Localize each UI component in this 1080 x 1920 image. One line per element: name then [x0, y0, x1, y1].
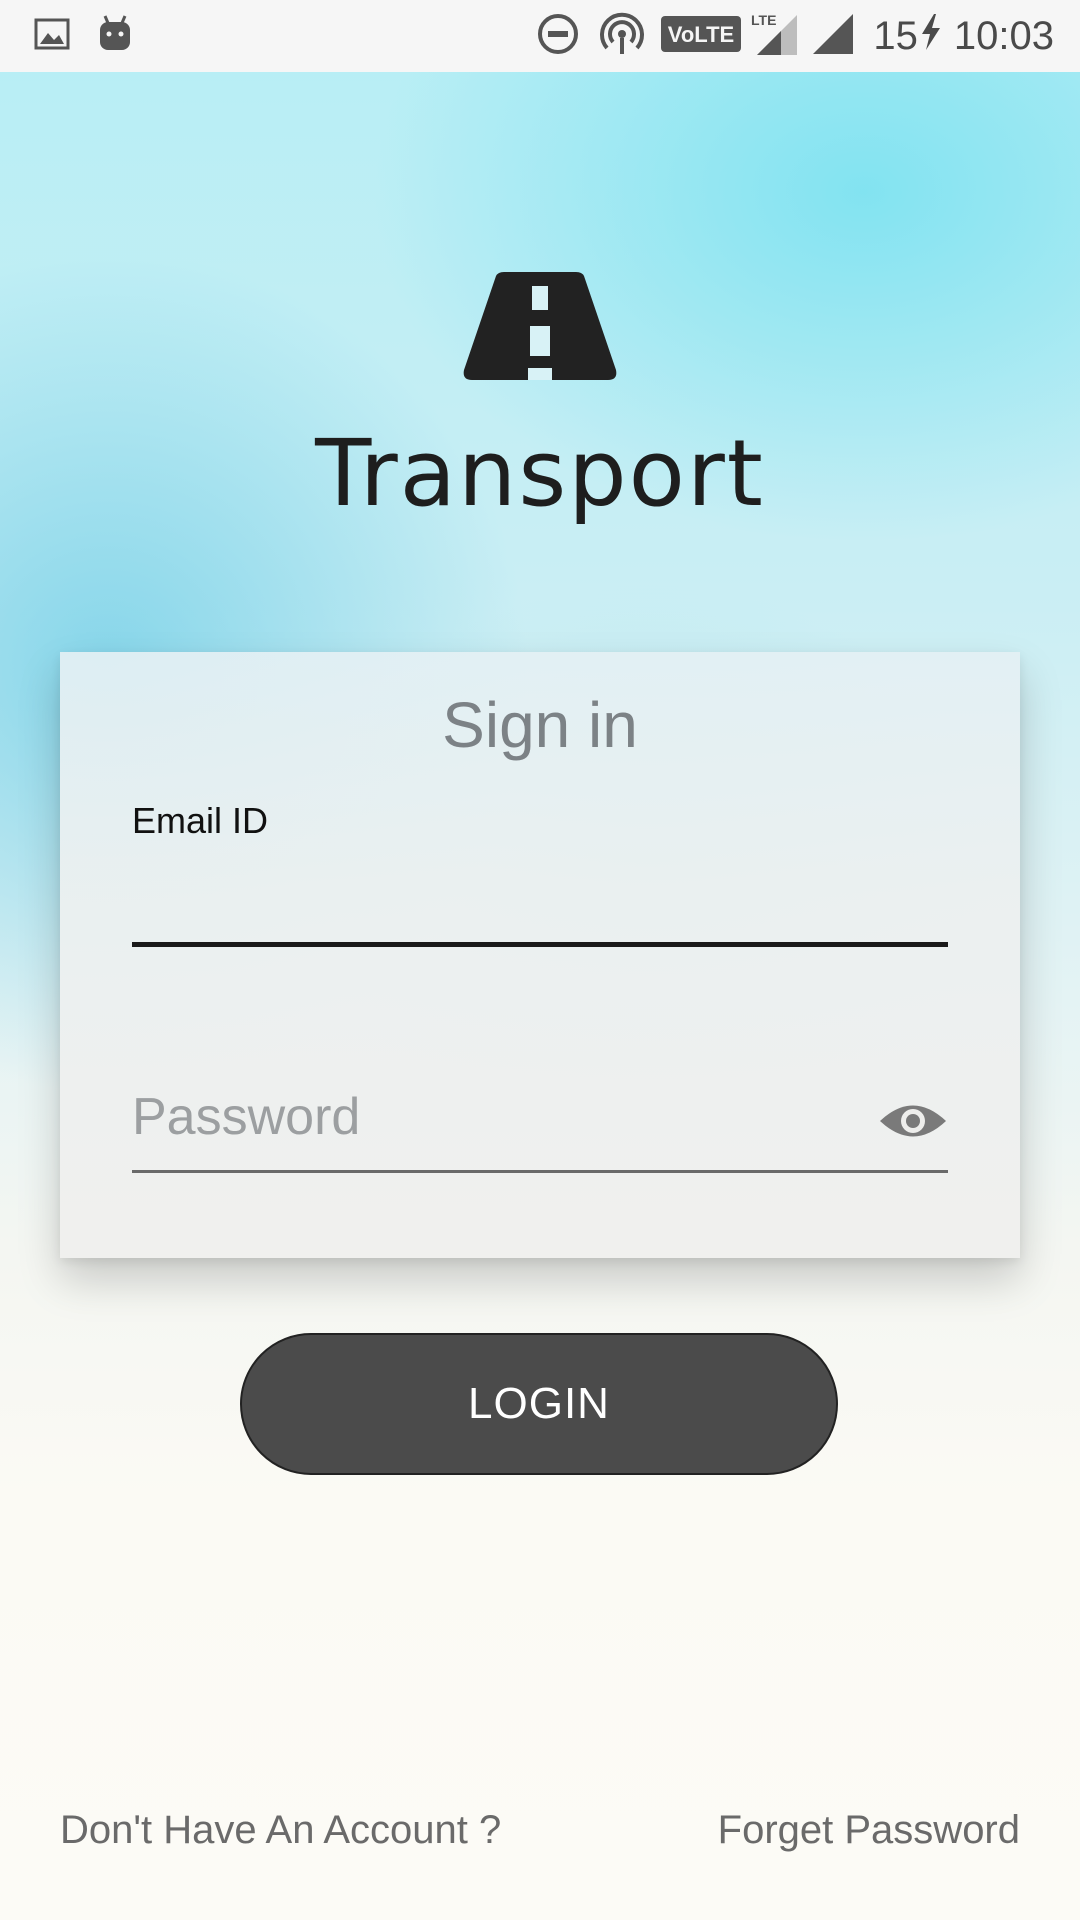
password-field[interactable] [132, 1082, 852, 1152]
signin-card: Sign in Email ID [60, 652, 1020, 1258]
app-title: Transport [315, 420, 765, 527]
image-icon [34, 16, 70, 56]
clock: 10:03 [953, 13, 1054, 58]
eye-icon[interactable] [878, 1098, 948, 1144]
road-icon [462, 272, 618, 382]
do-not-disturb-icon [537, 13, 579, 59]
signin-title: Sign in [442, 689, 638, 761]
status-bar-left [34, 14, 160, 58]
status-bar-right: VoLTE LTE 15 10:03 [537, 10, 1054, 62]
hotspot-icon [599, 12, 645, 60]
svg-text:VoLTE: VoLTE [668, 22, 734, 47]
signup-link[interactable]: Don't Have An Account ? [60, 1808, 501, 1853]
lte-signal-icon: LTE [751, 11, 799, 61]
forgot-password-link[interactable]: Forget Password [718, 1808, 1020, 1853]
bolt-icon [920, 14, 942, 58]
svg-text:LTE: LTE [751, 12, 776, 28]
battery-level: 15 [873, 13, 918, 58]
signal-icon [811, 12, 855, 60]
android-debug-icon [96, 14, 134, 58]
status-bar: VoLTE LTE 15 10:03 [0, 0, 1080, 72]
login-button[interactable]: LOGIN [240, 1333, 838, 1475]
email-label: Email ID [132, 800, 269, 841]
email-field[interactable] [132, 848, 948, 912]
volte-icon: VoLTE [661, 16, 742, 56]
password-underline [132, 1170, 948, 1173]
email-underline [132, 942, 948, 947]
